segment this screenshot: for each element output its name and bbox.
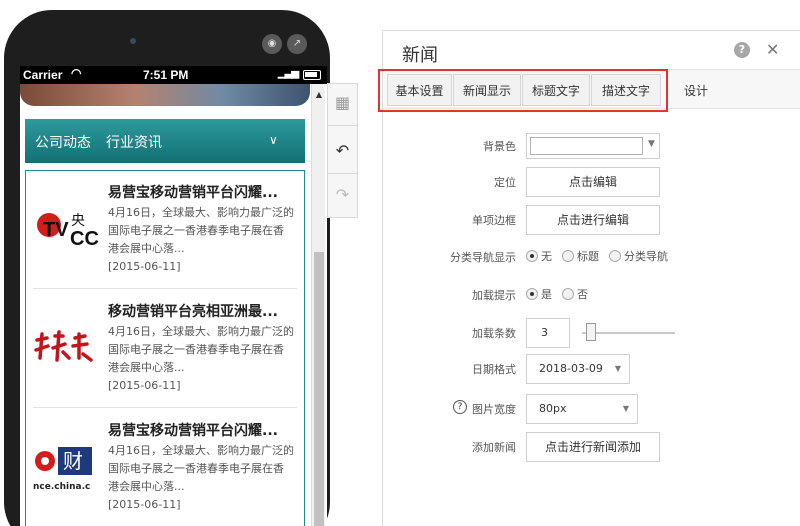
- close-icon[interactable]: ✕: [766, 40, 779, 59]
- row-loading-hint: 加载提示 是 否: [383, 280, 800, 310]
- status-bar: Carrier ◠ 7:51 PM ▁▃▅: [20, 66, 327, 84]
- date-format-select[interactable]: 2018-03-09 ▼: [526, 354, 630, 384]
- help-icon[interactable]: ?: [734, 42, 750, 58]
- carrier-label: Carrier: [23, 68, 63, 82]
- chevron-down-icon[interactable]: ∨: [269, 133, 278, 147]
- radio-nav-category[interactable]: [609, 250, 621, 262]
- position-label: 定位: [494, 176, 516, 189]
- category-industry-news[interactable]: 行业资讯: [106, 132, 162, 152]
- tab-bar: 基本设置 新闻显示 标题文字 描述文字 设计: [378, 69, 800, 112]
- tab-design[interactable]: 设计: [665, 74, 727, 106]
- slider-handle[interactable]: [586, 323, 596, 341]
- news-date: [2015-06-11]: [108, 498, 181, 511]
- add-news-label: 添加新闻: [472, 441, 516, 454]
- date-format-label: 日期格式: [472, 363, 516, 376]
- news-title: 易营宝移动营销平台闪耀...: [108, 185, 278, 201]
- scroll-up-icon[interactable]: ▲: [313, 90, 325, 99]
- redo-icon[interactable]: ↷: [328, 178, 357, 211]
- thumb-url: nce.china.c: [33, 482, 91, 492]
- row-add-news: 添加新闻 点击进行新闻添加: [383, 432, 800, 462]
- scroll-thumb[interactable]: [314, 252, 324, 526]
- svg-text:TV: TV: [43, 219, 69, 241]
- list-item[interactable]: TV 央 CC 易营宝移动营销平台闪耀... 4月16日，全球最大、影响力最广泛…: [33, 171, 297, 289]
- list-item[interactable]: 移动营销平台亮相亚洲最... 4月16日，全球最大、影响力最广泛的国际电子展之一…: [33, 290, 297, 408]
- news-desc: 4月16日，全球最大、影响力最广泛的国际电子展之一香港春季电子展在香港会展中心落…: [108, 444, 294, 493]
- tab-basic-settings[interactable]: 基本设置: [387, 74, 452, 106]
- news-date: [2015-06-11]: [108, 379, 181, 392]
- news-list: TV 央 CC 易营宝移动营销平台闪耀... 4月16日，全球最大、影响力最广泛…: [25, 170, 305, 526]
- date-format-value: 2018-03-09: [539, 362, 603, 375]
- row-image-width: ? 图片宽度 80px ▼: [383, 394, 800, 424]
- row-bg-color: 背景色 ▼: [383, 131, 800, 161]
- news-title: 移动营销平台亮相亚洲最...: [108, 304, 278, 320]
- radio-loading-no[interactable]: [562, 288, 574, 300]
- question-icon[interactable]: ?: [453, 400, 467, 414]
- image-width-value: 80px: [539, 402, 567, 415]
- settings-panel: 新闻 ? ✕ 基本设置 新闻显示 标题文字 描述文字 设计 背景色 ▼ 定位 点…: [378, 30, 800, 526]
- battery-icon: [303, 70, 321, 80]
- banner-image: [20, 84, 310, 106]
- row-date-format: 日期格式 2018-03-09 ▼: [383, 354, 800, 384]
- nav-display-label: 分类导航显示: [450, 251, 516, 264]
- svg-text:CC: CC: [70, 228, 99, 250]
- category-nav[interactable]: 公司动态 行业资讯 ∨: [25, 119, 305, 163]
- border-label: 单项边框: [472, 214, 516, 227]
- divider: [328, 125, 357, 126]
- radio-nav-title-label: 标题: [577, 250, 599, 263]
- tab-news-display[interactable]: 新闻显示: [453, 74, 521, 106]
- wifi-icon: ◠: [71, 66, 82, 80]
- load-count-label: 加载条数: [472, 327, 516, 340]
- radio-nav-category-label: 分类导航: [624, 250, 668, 263]
- loading-hint-label: 加载提示: [472, 289, 516, 302]
- clock-label: 7:51 PM: [143, 68, 189, 82]
- news-desc: 4月16日，全球最大、影响力最广泛的国际电子展之一香港春季电子展在香港会展中心落…: [108, 325, 294, 374]
- news-date: [2015-06-11]: [108, 260, 181, 273]
- category-company-news[interactable]: 公司动态: [35, 132, 91, 152]
- tab-desc-text[interactable]: 描述文字: [591, 74, 661, 106]
- cctv-logo: TV 央 CC: [33, 205, 99, 251]
- list-item[interactable]: 财 nce.china.c 易营宝移动营销平台闪耀... 4月16日，全球最大、…: [33, 409, 297, 526]
- phone-preview: ◉ ↗ Carrier ◠ 7:51 PM ▁▃▅ 公司动态 行业资讯 ∨ TV…: [4, 10, 330, 526]
- radio-nav-none[interactable]: [526, 250, 538, 262]
- thumb-text: 财: [63, 449, 83, 473]
- camera-icon: [130, 38, 136, 44]
- svg-text:央: 央: [71, 213, 85, 229]
- wechat-icon[interactable]: ◉: [262, 34, 282, 54]
- image-width-label: 图片宽度: [472, 403, 516, 416]
- divider: [328, 173, 357, 174]
- chevron-down-icon: ▼: [622, 404, 629, 413]
- news-logo: [33, 324, 99, 370]
- tab-title-text[interactable]: 标题文字: [522, 74, 590, 106]
- editor-page: ◉ ↗ Carrier ◠ 7:51 PM ▁▃▅ 公司动态 行业资讯 ∨ TV…: [0, 0, 800, 526]
- edit-position-button[interactable]: 点击编辑: [526, 167, 660, 197]
- chevron-down-icon: ▼: [614, 364, 621, 373]
- news-desc: 4月16日，全球最大、影响力最广泛的国际电子展之一香港春季电子展在香港会展中心落…: [108, 206, 294, 255]
- row-load-count: 加载条数 3: [383, 318, 800, 348]
- color-picker[interactable]: ▼: [526, 133, 660, 159]
- side-toolbar: ▦ ↶ ↷: [327, 83, 358, 218]
- news-title: 易营宝移动营销平台闪耀...: [108, 423, 278, 439]
- undo-icon[interactable]: ↶: [328, 134, 357, 167]
- load-count-input[interactable]: 3: [526, 318, 570, 348]
- signal-icon: ▁▃▅: [278, 68, 299, 79]
- phone-screen: Carrier ◠ 7:51 PM ▁▃▅ 公司动态 行业资讯 ∨ TV 央 C…: [20, 66, 327, 526]
- radio-loading-no-label: 否: [577, 288, 588, 301]
- radio-nav-none-label: 无: [541, 250, 552, 263]
- radio-loading-yes-label: 是: [541, 288, 552, 301]
- radio-loading-yes[interactable]: [526, 288, 538, 300]
- color-swatch[interactable]: [530, 137, 643, 155]
- row-nav-display: 分类导航显示 无 标题 分类导航: [383, 242, 800, 272]
- qrcode-icon[interactable]: ▦: [328, 86, 357, 119]
- row-position: 定位 点击编辑: [383, 167, 800, 197]
- add-news-button[interactable]: 点击进行新闻添加: [526, 432, 660, 462]
- panel-title: 新闻: [402, 45, 438, 66]
- row-border: 单项边框 点击进行编辑: [383, 205, 800, 235]
- dropdown-arrow-icon[interactable]: ▼: [648, 139, 655, 149]
- radio-nav-title[interactable]: [562, 250, 574, 262]
- image-width-select[interactable]: 80px ▼: [526, 394, 638, 424]
- bg-color-label: 背景色: [483, 140, 516, 153]
- edit-border-button[interactable]: 点击进行编辑: [526, 205, 660, 235]
- chart-icon[interactable]: ↗: [287, 34, 307, 54]
- scrollbar[interactable]: ▲: [311, 84, 325, 526]
